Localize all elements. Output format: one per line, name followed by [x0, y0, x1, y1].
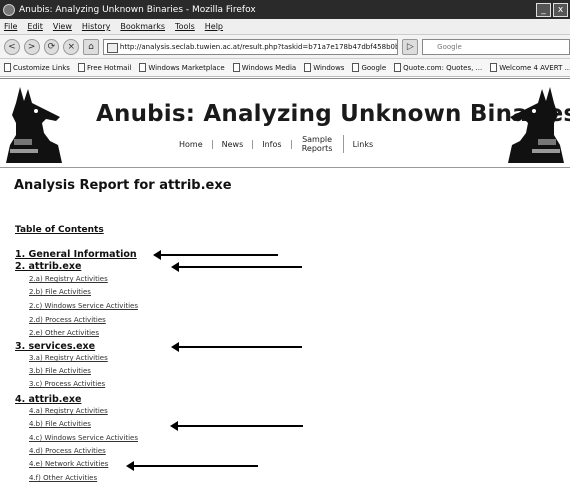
window-title: Anubis: Analyzing Unknown Binaries - Moz…	[19, 4, 256, 15]
page-content: Anubis: Analyzing Unknown Binaries Home …	[0, 78, 570, 493]
google-icon	[352, 63, 360, 72]
nav-sample-reports[interactable]: Sample Reports	[292, 135, 344, 153]
annotation-arrow	[153, 250, 278, 260]
menu-history[interactable]: History	[82, 22, 110, 31]
bookmark-item[interactable]: Windows Media	[232, 63, 296, 72]
menu-bookmarks[interactable]: Bookmarks	[120, 22, 165, 31]
anubis-logo-icon	[508, 87, 564, 163]
toc-link[interactable]: 4.a) Registry Activities	[29, 407, 108, 415]
nav-news[interactable]: News	[213, 139, 254, 149]
report-title: Analysis Report for attrib.exe	[14, 178, 232, 193]
menu-edit[interactable]: Edit	[27, 22, 43, 31]
menu-bar: File Edit View History Bookmarks Tools H…	[0, 19, 570, 35]
annotation-arrow	[171, 262, 302, 272]
minimize-button[interactable]: _	[536, 2, 551, 17]
bookmark-item[interactable]: Customize Links	[4, 63, 70, 72]
navigation-toolbar: < > ⟳ × ⌂ http://analysis.seclab.tuwien.…	[0, 35, 570, 59]
toc-link[interactable]: 3.a) Registry Activities	[29, 354, 108, 362]
bookmark-item[interactable]: Quote.com: Quotes, ...	[394, 63, 482, 72]
menu-help[interactable]: Help	[205, 22, 223, 31]
nav-infos[interactable]: Infos	[253, 139, 292, 149]
toc-link[interactable]: 2.c) Windows Service Activities	[29, 302, 138, 310]
page-icon	[394, 63, 402, 72]
page-icon	[232, 63, 240, 72]
close-button[interactable]: x	[553, 2, 568, 17]
bookmark-item[interactable]: Windows Marketplace	[139, 63, 225, 72]
firefox-icon	[3, 3, 15, 16]
back-arrow-icon[interactable]: <	[4, 38, 20, 55]
nav-home[interactable]: Home	[170, 139, 213, 149]
toc-link[interactable]: 4.e) Network Activities	[29, 460, 108, 468]
search-input[interactable]: Google	[422, 38, 570, 55]
toc-link[interactable]: 3.b) File Activities	[29, 367, 91, 375]
window-titlebar: Anubis: Analyzing Unknown Binaries - Moz…	[0, 0, 570, 19]
page-icon	[77, 63, 85, 72]
toc-link[interactable]: 4.d) Process Activities	[29, 447, 106, 455]
reload-icon[interactable]: ⟳	[43, 38, 60, 55]
bookmark-item[interactable]: Google	[352, 63, 386, 72]
page-icon	[139, 63, 147, 72]
toc-link[interactable]: 4.f) Other Activities	[29, 474, 97, 482]
toc-link[interactable]: 1. General Information	[15, 249, 137, 260]
toc-link[interactable]: 2. attrib.exe	[15, 261, 81, 272]
page-icon	[4, 63, 11, 72]
toc-link[interactable]: 2.d) Process Activities	[29, 316, 106, 324]
site-nav: Home News Infos Sample Reports Links	[170, 135, 382, 153]
toc-link[interactable]: 3.c) Process Activities	[29, 380, 105, 388]
annotation-arrow	[171, 342, 302, 352]
url-input[interactable]: http://analysis.seclab.tuwien.ac.at/resu…	[102, 38, 399, 55]
site-banner: Anubis: Analyzing Unknown Binaries Home …	[0, 79, 570, 167]
page-icon	[304, 63, 312, 72]
bookmark-item[interactable]: Windows	[304, 63, 344, 72]
site-title: Anubis: Analyzing Unknown Binaries	[96, 101, 570, 127]
banner-divider	[0, 167, 570, 168]
menu-tools[interactable]: Tools	[175, 22, 195, 31]
bookmark-item[interactable]: Free Hotmail	[77, 63, 131, 72]
home-icon[interactable]: ⌂	[83, 38, 99, 55]
page-icon	[490, 63, 498, 72]
toc-heading[interactable]: Table of Contents	[15, 225, 104, 235]
stop-icon[interactable]: ×	[63, 38, 80, 55]
nav-links[interactable]: Links	[344, 140, 383, 149]
toc-link[interactable]: 2.b) File Activities	[29, 288, 91, 296]
forward-arrow-icon[interactable]: >	[23, 38, 40, 55]
annotation-arrow	[170, 421, 303, 431]
toc-link[interactable]: 4.c) Windows Service Activities	[29, 434, 138, 442]
anubis-logo-icon	[6, 87, 62, 163]
bookmarks-toolbar: Customize Links Free Hotmail Windows Mar…	[0, 59, 570, 77]
toc-link[interactable]: 2.a) Registry Activities	[29, 275, 108, 283]
menu-view[interactable]: View	[53, 22, 72, 31]
bookmark-item[interactable]: Welcome 4 AVERT ...	[490, 63, 570, 72]
menu-file[interactable]: File	[4, 22, 17, 31]
toc-link[interactable]: 3. services.exe	[15, 341, 95, 352]
annotation-arrow	[126, 461, 258, 471]
go-button[interactable]: ▷	[402, 38, 419, 55]
toc-link[interactable]: 4.b) File Activities	[29, 420, 91, 428]
toc-link[interactable]: 2.e) Other Activities	[29, 329, 99, 337]
toc-link[interactable]: 4. attrib.exe	[15, 394, 81, 405]
